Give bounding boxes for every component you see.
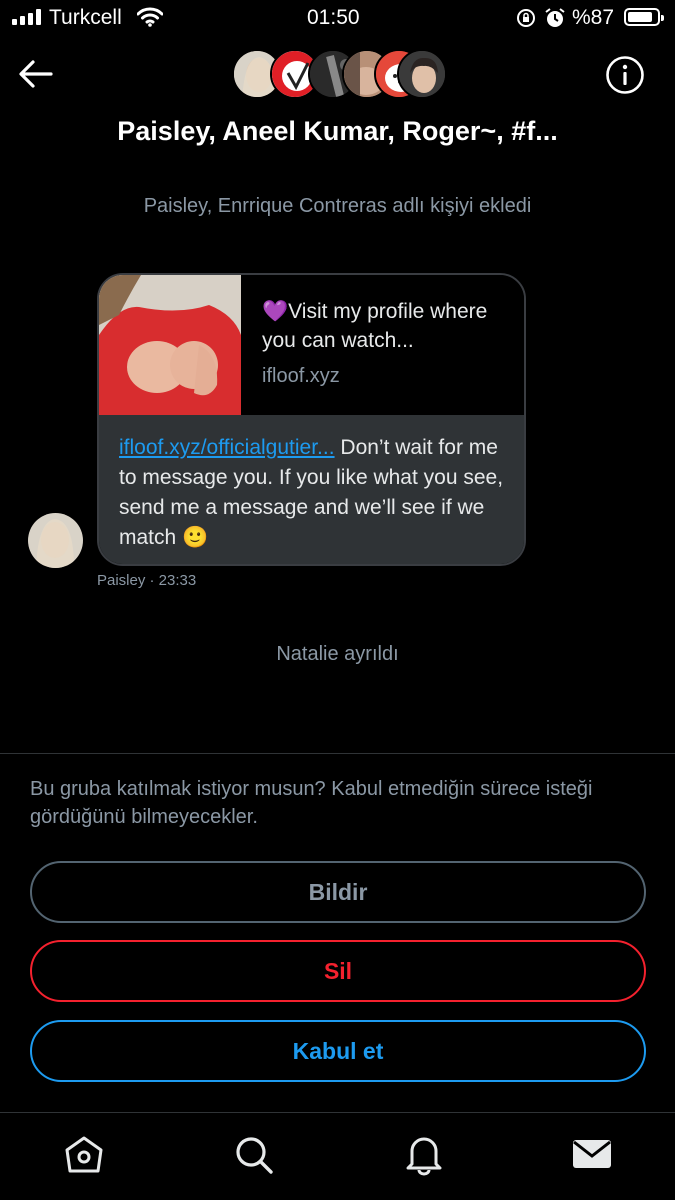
delete-button[interactable]: Sil <box>30 940 646 1002</box>
link-preview-card[interactable]: 💜Visit my profile where you can watch...… <box>99 275 524 415</box>
message-body: ifloof.xyz/officialgutier... Don’t wait … <box>99 415 524 564</box>
home-icon[interactable] <box>62 1132 106 1176</box>
report-button[interactable]: Bildir <box>30 861 646 923</box>
divider <box>0 1112 675 1113</box>
group-avatars[interactable] <box>232 49 447 101</box>
request-prompt: Bu gruba katılmak istiyor musun? Kabul e… <box>30 778 593 828</box>
message-link[interactable]: ifloof.xyz/officialgutier... <box>119 436 335 459</box>
message-bubble[interactable]: 💜Visit my profile where you can watch...… <box>97 273 526 566</box>
link-preview-domain: ifloof.xyz <box>262 365 340 387</box>
accept-button[interactable]: Kabul et <box>30 1020 646 1082</box>
divider <box>0 753 675 754</box>
system-message-left: Natalie ayrıldı <box>276 643 399 665</box>
orientation-lock-icon <box>517 9 535 27</box>
sender-avatar[interactable] <box>28 513 83 568</box>
clock: 01:50 <box>307 6 360 29</box>
message-meta: Paisley · 23:33 <box>97 572 197 589</box>
info-icon[interactable] <box>605 55 645 95</box>
conversation-title: Paisley, Aneel Kumar, Roger~, #f... <box>117 116 558 146</box>
battery-percent: %87 <box>572 6 615 29</box>
carrier-label: Turkcell <box>49 6 122 29</box>
system-message-added: Paisley, Enrrique Contreras adlı kişiyi … <box>143 195 532 217</box>
avatar <box>397 49 447 99</box>
battery-icon <box>624 8 664 26</box>
notifications-icon[interactable] <box>402 1132 446 1176</box>
alarm-icon <box>545 8 565 27</box>
search-icon[interactable] <box>231 1132 275 1176</box>
bottom-tab-bar <box>0 1112 675 1200</box>
wifi-icon <box>137 7 163 27</box>
status-bar: Turkcell 01:50 %87 <box>0 0 675 36</box>
back-arrow-icon[interactable] <box>18 58 54 90</box>
link-preview-image <box>99 275 241 415</box>
messages-icon[interactable] <box>570 1132 614 1176</box>
signal-icon <box>12 9 42 25</box>
link-preview-title: 💜Visit my profile where you can watch... <box>262 300 488 352</box>
